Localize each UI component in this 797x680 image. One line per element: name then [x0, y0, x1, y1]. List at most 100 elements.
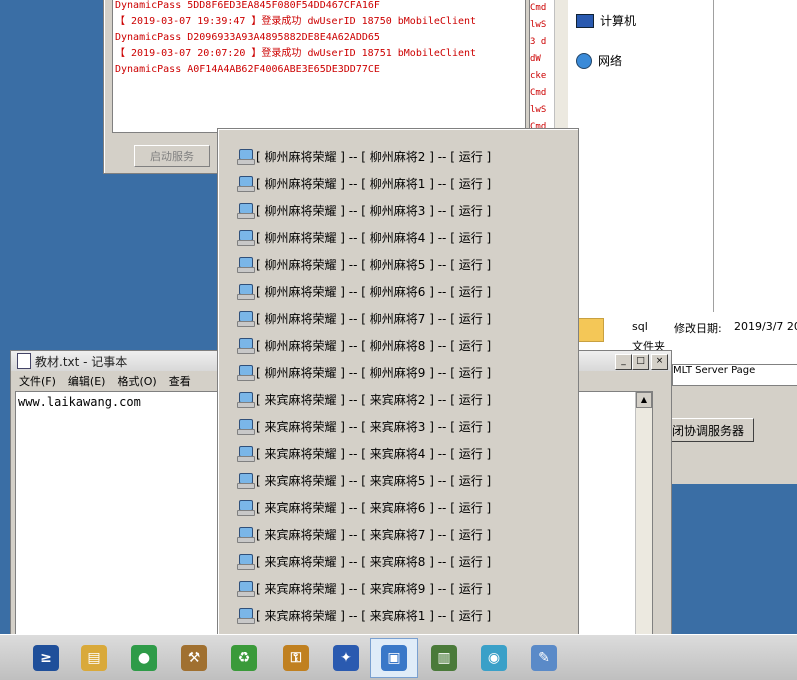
menu-file[interactable]: 文件(F)	[19, 373, 56, 389]
menu-item-server[interactable]: [ 柳州麻将荣耀 ] -- [ 柳州麻将3 ] -- [ 运行 ]	[236, 199, 491, 221]
taskbar-button[interactable]: ▥	[420, 638, 468, 678]
network-computer-icon	[236, 148, 255, 165]
side-strip-line: lwS	[530, 20, 547, 30]
explorer-scrollbar[interactable]	[554, 0, 569, 128]
menu-item-server[interactable]: [ 来宾麻将荣耀 ] -- [ 来宾麻将4 ] -- [ 运行 ]	[236, 442, 491, 464]
menu-item-label: [ 来宾麻将荣耀 ] -- [ 来宾麻将3 ] -- [ 运行 ]	[256, 419, 492, 434]
network-computer-icon	[236, 445, 255, 462]
menu-item-label: [ 柳州麻将荣耀 ] -- [ 柳州麻将5 ] -- [ 运行 ]	[256, 257, 492, 272]
desktop-background	[668, 484, 797, 634]
menu-item-server[interactable]: [ 柳州麻将荣耀 ] -- [ 柳州麻将9 ] -- [ 运行 ]	[236, 361, 491, 383]
side-strip-line: Cmd	[530, 3, 547, 13]
menu-item-server[interactable]: [ 来宾麻将荣耀 ] -- [ 来宾麻将1 ] -- [ 运行 ]	[236, 604, 491, 626]
menu-item-server[interactable]: [ 柳州麻将荣耀 ] -- [ 柳州麻将6 ] -- [ 运行 ]	[236, 280, 491, 302]
menu-edit[interactable]: 编辑(E)	[68, 373, 106, 389]
menu-item-server[interactable]: [ 柳州麻将荣耀 ] -- [ 柳州麻将8 ] -- [ 运行 ]	[236, 334, 491, 356]
network-computer-icon	[236, 202, 255, 219]
log-output[interactable]: DynamicPass 5DD8F6ED3EA845F080F54DD467CF…	[112, 0, 526, 133]
menu-item-label: [ 柳州麻将荣耀 ] -- [ 柳州麻将9 ] -- [ 运行 ]	[256, 365, 492, 380]
menu-item-server[interactable]: [ 来宾麻将荣耀 ] -- [ 来宾麻将9 ] -- [ 运行 ]	[236, 577, 491, 599]
menu-format[interactable]: 格式(O)	[117, 373, 156, 389]
menu-item-label: [ 柳州麻将荣耀 ] -- [ 柳州麻将6 ] -- [ 运行 ]	[256, 284, 492, 299]
file-name: sql	[632, 320, 648, 333]
network-computer-icon	[236, 391, 255, 408]
menu-item-server[interactable]: [ 柳州麻将荣耀 ] -- [ 柳州麻将4 ] -- [ 运行 ]	[236, 226, 491, 248]
menu-item-server[interactable]: [ 柳州麻将荣耀 ] -- [ 柳州麻将5 ] -- [ 运行 ]	[236, 253, 491, 275]
network-computer-icon	[236, 526, 255, 543]
menu-item-server[interactable]: [ 来宾麻将荣耀 ] -- [ 来宾麻将5 ] -- [ 运行 ]	[236, 469, 491, 491]
vertical-scrollbar[interactable]: ▲	[635, 392, 652, 636]
network-computer-icon	[236, 580, 255, 597]
log-line: DynamicPass A0F14A4AB62F4006ABE3E65DE3DD…	[115, 64, 380, 75]
menu-item-label: [ 来宾麻将荣耀 ] -- [ 来宾麻将8 ] -- [ 运行 ]	[256, 554, 492, 569]
window-title: 教材.txt - 记事本	[35, 354, 128, 369]
menu-item-label: [ 来宾麻将荣耀 ] -- [ 来宾麻将5 ] -- [ 运行 ]	[256, 473, 492, 488]
taskbar-button[interactable]: ⚒	[170, 638, 218, 678]
nav-item-network[interactable]: 网络	[576, 52, 622, 69]
taskbar-button[interactable]: ≥	[22, 638, 70, 678]
menu-item-server[interactable]: [ 柳州麻将荣耀 ] -- [ 柳州麻将1 ] -- [ 运行 ]	[236, 172, 491, 194]
menu-item-server[interactable]: [ 柳州麻将荣耀 ] -- [ 柳州麻将7 ] -- [ 运行 ]	[236, 307, 491, 329]
key-icon: ⚿	[283, 645, 309, 671]
network-computer-icon	[236, 283, 255, 300]
start-service-button[interactable]: 启动服务	[134, 145, 210, 167]
menu-item-label: [ 来宾麻将荣耀 ] -- [ 来宾麻将4 ] -- [ 运行 ]	[256, 446, 492, 461]
menu-item-server[interactable]: [ 来宾麻将荣耀 ] -- [ 来宾麻将6 ] -- [ 运行 ]	[236, 496, 491, 518]
computer-icon	[576, 13, 594, 28]
side-strip-line: 3 d	[530, 37, 547, 47]
menu-item-server[interactable]: [ 来宾麻将荣耀 ] -- [ 来宾麻将2 ] -- [ 运行 ]	[236, 388, 491, 410]
network-computer-icon	[236, 256, 255, 273]
network-computer-icon	[236, 499, 255, 516]
menu-item-label: [ 来宾麻将荣耀 ] -- [ 来宾麻将9 ] -- [ 运行 ]	[256, 581, 492, 596]
network-computer-icon	[236, 364, 255, 381]
close-button[interactable]: ×	[651, 354, 668, 370]
taskbar-button[interactable]: ▣	[370, 638, 418, 678]
menu-item-label: [ 来宾麻将荣耀 ] -- [ 来宾麻将1 ] -- [ 运行 ]	[256, 608, 492, 623]
side-strip-line: Cmd	[530, 88, 547, 98]
menu-item-server[interactable]: [ 来宾麻将荣耀 ] -- [ 来宾麻将3 ] -- [ 运行 ]	[236, 415, 491, 437]
menu-item-server[interactable]: [ 来宾麻将荣耀 ] -- [ 来宾麻将7 ] -- [ 运行 ]	[236, 523, 491, 545]
explorer-content-pane	[714, 0, 797, 312]
nav-item-label: 网络	[598, 54, 623, 68]
notepad-icon: ✎	[531, 645, 557, 671]
network-computer-icon	[236, 418, 255, 435]
taskbar-button[interactable]: ✎	[520, 638, 568, 678]
network-computer-icon: ▣	[381, 645, 407, 671]
log-line: 【 2019-03-07 19:39:47 】登录成功 dwUserID 187…	[115, 16, 477, 27]
explorer-nav-pane: 计算机 网络	[568, 0, 714, 312]
notepad-doc-icon	[17, 353, 31, 369]
taskbar-button[interactable]: ●	[120, 638, 168, 678]
file-date-value: 2019/3/7 20	[734, 320, 797, 333]
server-icon: ▥	[431, 645, 457, 671]
log-line: DynamicPass 5DD8F6ED3EA845F080F54DD467CF…	[115, 0, 380, 11]
menu-item-label: [ 柳州麻将荣耀 ] -- [ 柳州麻将8 ] -- [ 运行 ]	[256, 338, 492, 353]
minimize-button[interactable]: _	[615, 354, 632, 370]
menu-item-server[interactable]: [ 柳州麻将荣耀 ] -- [ 柳州麻将2 ] -- [ 运行 ]	[236, 145, 491, 167]
taskbar-button[interactable]: ⚿	[272, 638, 320, 678]
side-strip-line: dW	[530, 54, 541, 64]
taskbar: ≥ ▤ ● ⚒ ♻ ⚿ ✦ ▣ ▥ ◉ ✎	[0, 634, 797, 680]
side-strip-line: cke	[530, 71, 547, 81]
taskbar-button[interactable]: ◉	[470, 638, 518, 678]
recycle-icon: ♻	[231, 645, 257, 671]
nav-item-computer[interactable]: 计算机	[576, 12, 636, 29]
side-log-strip: Cmd lwS 3 d dW cke Cmd lwS Cmd	[529, 0, 554, 134]
compass-icon: ✦	[333, 645, 359, 671]
maximize-button[interactable]: □	[632, 354, 649, 370]
server-list-popup-menu: [ 柳州麻将荣耀 ] -- [ 柳州麻将2 ] -- [ 运行 ] [ 柳州麻将荣…	[217, 128, 579, 635]
menu-item-label: [ 来宾麻将荣耀 ] -- [ 来宾麻将7 ] -- [ 运行 ]	[256, 527, 492, 542]
menu-item-server[interactable]: [ 来宾麻将荣耀 ] -- [ 来宾麻将8 ] -- [ 运行 ]	[236, 550, 491, 572]
taskbar-button[interactable]: ✦	[322, 638, 370, 678]
service-field[interactable]: MLT Server Page	[672, 364, 797, 386]
network-computer-icon	[236, 472, 255, 489]
taskbar-button[interactable]: ▤	[70, 638, 118, 678]
file-date-label: 修改日期:	[674, 322, 722, 335]
close-coordinator-button[interactable]: 闭协调服务器	[662, 418, 754, 442]
menu-view[interactable]: 查看	[169, 373, 191, 389]
network-computer-icon	[236, 310, 255, 327]
scroll-up-arrow-icon[interactable]: ▲	[636, 392, 652, 408]
coordinator-window: MLT Server Page 闭协调服务器	[662, 364, 797, 484]
menu-item-label: [ 来宾麻将荣耀 ] -- [ 来宾麻将6 ] -- [ 运行 ]	[256, 500, 492, 515]
taskbar-button[interactable]: ♻	[220, 638, 268, 678]
log-line: DynamicPass D2096933A93A4895882DE8E4A62A…	[115, 32, 380, 43]
